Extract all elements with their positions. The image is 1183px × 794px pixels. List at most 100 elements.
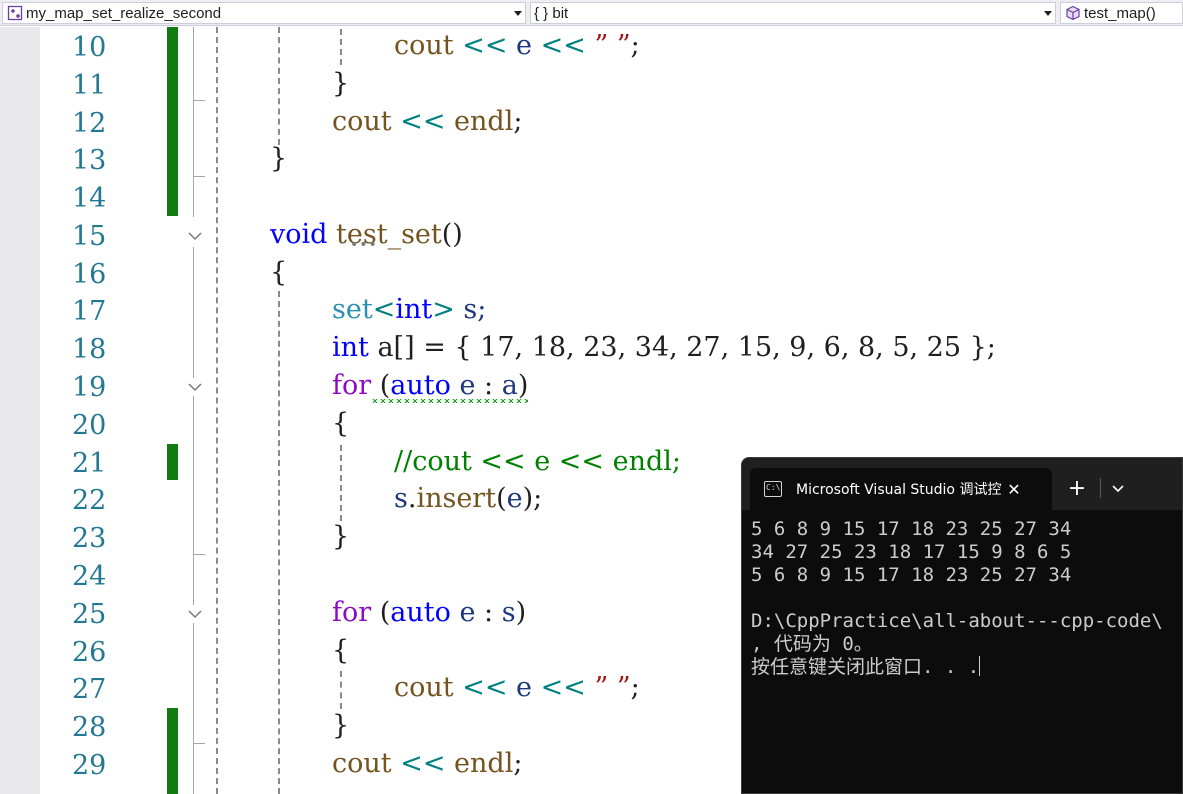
code-token: ; (513, 106, 523, 137)
code-line-13[interactable]: } (270, 140, 287, 178)
code-line-25[interactable]: for (auto e : s) (332, 594, 526, 632)
code-line-11[interactable]: } (332, 65, 349, 103)
code-line-19[interactable]: for (auto e : a) (332, 367, 529, 405)
line-number: 27 (72, 674, 107, 705)
line-number: 17 (72, 296, 107, 327)
code-line-29[interactable]: cout << endl; (332, 745, 522, 783)
line-number: 26 (72, 637, 107, 668)
outline-end (193, 100, 205, 101)
project-icon (7, 5, 23, 21)
outline-line (193, 27, 194, 217)
collapse-chevron-icon[interactable] (186, 605, 204, 623)
code-line-27[interactable]: cout << e << ” ”; (394, 669, 640, 707)
code-token: ); (522, 483, 543, 514)
code-token: } (332, 68, 350, 99)
code-line-12[interactable]: cout << endl; (332, 103, 522, 141)
project-name: my_map_set_realize_second (26, 4, 222, 22)
code-token: ; (513, 748, 523, 779)
console-tab-title: Microsoft Visual Studio 调试控 (796, 482, 1002, 498)
code-token: a[] = { 17, 18, 23, 34, 27, 15, 9, 6, 8,… (368, 332, 996, 363)
line-number: 18 (72, 334, 107, 365)
code-line-17[interactable]: set<int> s; (332, 291, 486, 329)
console-output-line: 5 6 8 9 15 17 18 23 25 27 34 (751, 518, 1072, 540)
indent-guide (216, 27, 218, 794)
code-line-16[interactable]: { (270, 254, 287, 292)
code-token: { (332, 635, 350, 666)
code-token: auto (390, 370, 451, 401)
code-token: : (475, 370, 502, 401)
code-token: } (332, 521, 350, 552)
code-token: } (332, 710, 350, 741)
code-token: ” ” (594, 672, 631, 703)
console-output-line: 34 27 25 23 18 17 15 9 8 6 5 (751, 541, 1072, 563)
line-number: 29 (72, 750, 107, 781)
code-token: cout (394, 30, 454, 61)
indicator-margin (0, 27, 40, 794)
line-number: 28 (72, 712, 107, 743)
code-token: e (516, 30, 533, 61)
code-token: int (332, 332, 369, 363)
code-line-18[interactable]: int a[] = { 17, 18, 23, 34, 27, 15, 9, 6… (332, 329, 996, 367)
code-token: set (332, 294, 373, 325)
code-line-23[interactable]: } (332, 518, 349, 556)
line-number: 23 (72, 523, 107, 554)
change-indicator (167, 708, 178, 794)
indent-guide (340, 29, 342, 65)
code-token: a (501, 370, 518, 401)
code-token: e (459, 597, 476, 628)
member-dropdown[interactable]: test_map() (1060, 2, 1183, 24)
code-line-10[interactable]: cout << e << ” ”; (394, 27, 640, 65)
code-token: cout (394, 672, 454, 703)
line-number: 11 (72, 70, 107, 101)
line-number: 10 (72, 32, 107, 63)
code-line-21[interactable]: //cout << e << endl; (394, 443, 681, 481)
code-line-22[interactable]: s.insert(e); (394, 480, 542, 518)
console-tab[interactable]: Microsoft Visual Studio 调试控 ✕ (750, 468, 1052, 510)
code-token: s; (454, 294, 487, 325)
code-token: cout (332, 748, 392, 779)
chevron-down-icon[interactable] (1041, 3, 1055, 23)
code-line-28[interactable]: } (332, 707, 349, 745)
code-token: ( (371, 370, 391, 401)
new-tab-button[interactable]: + (1062, 476, 1092, 501)
line-number: 25 (72, 599, 107, 630)
code-token: << (453, 672, 517, 703)
line-number: 22 (72, 485, 107, 516)
code-token: > (432, 294, 455, 325)
navigation-bar: my_map_set_realize_second { } bit test_m… (0, 0, 1183, 26)
line-number: 19 (72, 372, 107, 403)
collapse-chevron-icon[interactable] (186, 378, 204, 396)
code-comment: //cout << e << endl; (394, 446, 681, 477)
code-token: ) (515, 597, 527, 628)
code-token: << (391, 748, 455, 779)
code-token: : (475, 597, 502, 628)
console-output-line: D:\CppPractice\all-about---cpp-code\ (751, 610, 1163, 632)
terminal-icon (764, 481, 782, 497)
line-number: 24 (72, 561, 107, 592)
code-token: auto (390, 597, 451, 628)
suggestion-dots-icon[interactable]: ••• (350, 237, 378, 253)
project-dropdown[interactable]: my_map_set_realize_second (2, 2, 526, 24)
console-output-line: 5 6 8 9 15 17 18 23 25 27 34 (751, 564, 1072, 586)
console-output[interactable]: 5 6 8 9 15 17 18 23 25 27 34 34 27 25 23… (751, 518, 1182, 679)
close-icon[interactable]: ✕ (1002, 477, 1026, 501)
code-line-26[interactable]: { (332, 632, 349, 670)
line-number: 16 (72, 259, 107, 290)
code-token: ( (371, 597, 391, 628)
code-token: endl (454, 748, 514, 779)
chevron-down-icon[interactable] (511, 3, 525, 23)
console-titlebar[interactable]: Microsoft Visual Studio 调试控 ✕ + (742, 458, 1182, 510)
change-indicator (167, 27, 178, 216)
line-number: 12 (72, 108, 107, 139)
chevron-down-icon[interactable] (1106, 476, 1130, 500)
separator (1100, 478, 1101, 498)
debug-console-window[interactable]: Microsoft Visual Studio 调试控 ✕ + 5 6 8 9 … (741, 457, 1183, 794)
code-token: ; (630, 672, 640, 703)
code-token: endl (454, 106, 514, 137)
code-line-20[interactable]: { (332, 405, 349, 443)
warning-squiggle[interactable]: (auto e : a) (371, 370, 529, 403)
collapse-chevron-icon[interactable] (186, 227, 204, 245)
scope-dropdown[interactable]: { } bit (530, 2, 1056, 24)
code-token: { (270, 257, 288, 288)
